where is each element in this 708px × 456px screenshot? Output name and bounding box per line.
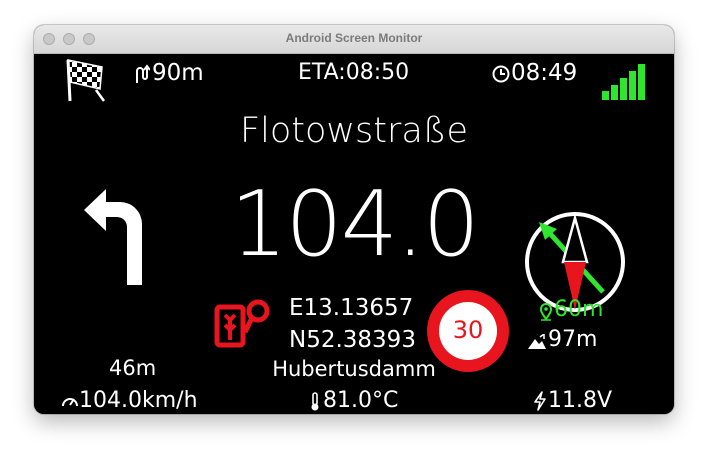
app-window: Android Screen Monitor 90m ETA:08:50 08:…	[34, 25, 674, 414]
clock-time: 08:49	[511, 60, 578, 86]
altitude-mountain-icon	[528, 334, 546, 349]
current-speed-display: 104.0	[230, 172, 480, 277]
turn-distance-icon	[136, 64, 150, 83]
turn-left-arrow-icon	[84, 189, 142, 285]
gps-accuracy-value: 60m	[554, 297, 604, 322]
next-street-name: Hubertusdamm	[272, 357, 436, 381]
gps-pin-icon	[539, 303, 553, 321]
speed-kmh-value: 104.0km/h	[79, 388, 198, 413]
window-titlebar: Android Screen Monitor	[34, 25, 674, 54]
traffic-light-icon	[214, 299, 270, 348]
coordinate-east: E13.13657	[289, 295, 414, 321]
thermometer-icon	[311, 392, 319, 411]
eta-label: ETA:08:50	[298, 60, 410, 85]
altitude-value: 97m	[548, 327, 598, 352]
window-title: Android Screen Monitor	[285, 31, 423, 45]
speedometer-icon	[62, 398, 78, 407]
current-street-name: Flotowstraße	[239, 111, 469, 151]
navigation-screen[interactable]: 90m ETA:08:50 08:49 Flotowstraße 104.0 4…	[34, 54, 674, 414]
signal-strength-icon	[602, 64, 645, 100]
voltage-bolt-icon	[534, 391, 546, 411]
clock-icon	[492, 65, 510, 83]
speed-limit-value: 30	[452, 316, 484, 344]
coordinate-north: N52.38393	[289, 327, 416, 353]
finish-flag-icon	[66, 59, 106, 102]
voltage-value: 11.8V	[548, 388, 613, 413]
turn-distance-top: 90m	[152, 60, 204, 86]
temperature-value: 81.0°C	[323, 388, 399, 413]
